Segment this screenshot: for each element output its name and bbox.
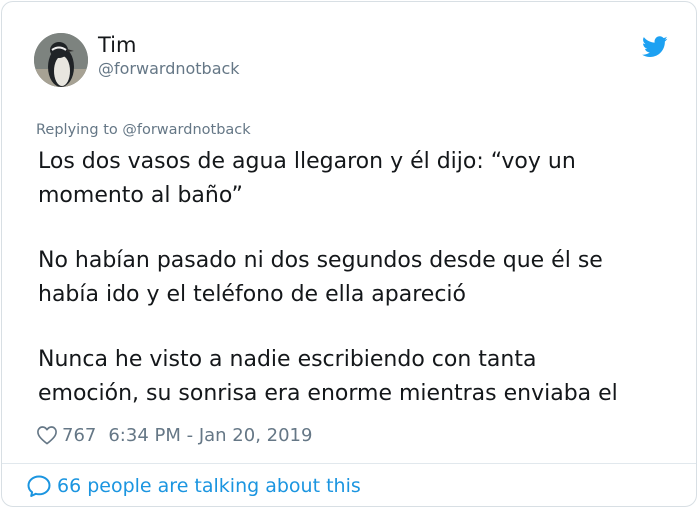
tweet-line: No habían pasado ni dos segundos desde q… (38, 248, 603, 273)
tweet-line: Nunca he visto a nadie escribiendo con t… (38, 347, 537, 372)
twitter-bird-icon[interactable] (642, 36, 668, 58)
display-name[interactable]: Tim (98, 33, 136, 57)
tweet-line: emoción, su sonrisa era enorme mientras … (38, 381, 618, 406)
tweet-card: Tim @forwardnotback Replying to @forward… (1, 1, 697, 507)
tweet-line: Los dos vasos de agua llegaron y él dijo… (38, 149, 576, 174)
heart-outline-icon[interactable] (36, 425, 58, 445)
speech-bubble-icon (27, 475, 51, 497)
like-count[interactable]: 767 (62, 425, 96, 446)
avatar[interactable] (34, 33, 88, 87)
tweet-line: momento al baño” (38, 183, 243, 208)
replying-to[interactable]: Replying to @forwardnotback (36, 122, 251, 138)
divider (2, 463, 696, 464)
tweet-meta: 767 6:34 PM - Jan 20, 2019 (36, 423, 312, 447)
tweet-timestamp[interactable]: 6:34 PM - Jan 20, 2019 (108, 425, 312, 446)
conversation-text[interactable]: 66 people are talking about this (57, 475, 361, 497)
tweet-text-block-3: Nunca he visto a nadie escribiendo con t… (38, 343, 688, 411)
tweet-text-block-1: Los dos vasos de agua llegaron y él dijo… (38, 145, 688, 213)
tweet-text-block-2: No habían pasado ni dos segundos desde q… (38, 244, 688, 312)
tweet-line: había ido y el teléfono de ella apareció (38, 282, 466, 307)
penguin-avatar-image (34, 33, 88, 87)
conversation-link[interactable]: 66 people are talking about this (26, 474, 361, 498)
user-handle[interactable]: @forwardnotback (98, 59, 240, 78)
